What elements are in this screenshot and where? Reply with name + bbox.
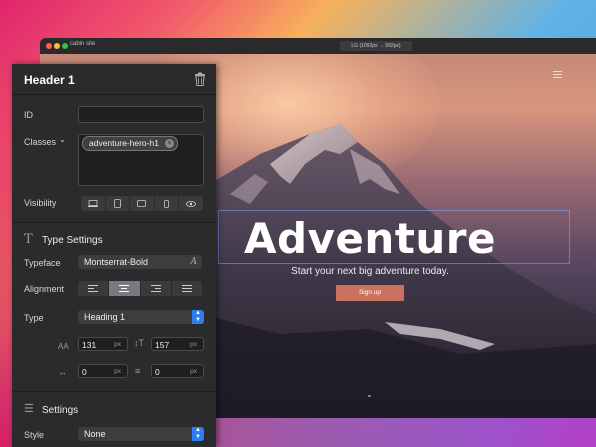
line-height-input[interactable]: 157 px	[151, 337, 204, 351]
letter-spacing-value: 0	[82, 367, 87, 377]
section-divider	[12, 391, 216, 392]
letter-spacing-icon: ↔	[58, 367, 67, 377]
id-label: ID	[24, 110, 33, 120]
type-label: Type	[24, 313, 44, 323]
id-input[interactable]	[78, 106, 204, 123]
panel-header: Header 1	[12, 64, 216, 95]
title-bar: cabin site LG (1092px → 992px)	[40, 38, 596, 55]
select-arrows-icon: ▲ ▼	[192, 427, 204, 441]
font-size-unit: px	[114, 341, 121, 348]
align-center-icon[interactable]	[109, 281, 141, 296]
hamburger-menu-icon[interactable]	[553, 71, 562, 78]
typeface-select[interactable]: Montserrat-Bold A	[78, 255, 202, 269]
sign-up-button[interactable]: Sign up	[336, 285, 404, 301]
paragraph-spacing-input[interactable]: 0 px	[151, 364, 204, 378]
chevron-down-icon[interactable]: ⌄	[59, 135, 66, 144]
tablet-landscape-icon[interactable]	[130, 196, 155, 211]
sliders-icon: ☰	[24, 403, 34, 415]
align-right-icon[interactable]	[141, 281, 172, 296]
tablet-icon[interactable]	[106, 196, 131, 211]
paragraph-spacing-icon: ≡	[135, 366, 141, 376]
line-height-value: 157	[155, 340, 170, 350]
panel-title: Header 1	[24, 73, 75, 87]
hero-subtitle[interactable]: Start your next big adventure today.	[240, 266, 500, 277]
hero-heading[interactable]: Adventure	[240, 214, 500, 263]
paragraph-spacing-value: 0	[155, 367, 160, 377]
typeface-value: Montserrat-Bold	[84, 257, 149, 267]
visibility-label: Visibility	[24, 198, 57, 208]
eye-icon[interactable]	[179, 196, 203, 211]
phone-icon[interactable]	[155, 196, 180, 211]
settings-title: Settings	[42, 405, 79, 416]
properties-panel: Header 1 ID Classes ⌄ adventure-hero-h1 …	[12, 64, 216, 447]
type-icon: T	[24, 232, 33, 247]
trash-icon[interactable]	[194, 72, 206, 86]
class-chip-label: adventure-hero-h1	[89, 138, 159, 148]
font-size-input[interactable]: 131 px	[78, 337, 128, 351]
font-icon: A	[190, 257, 198, 267]
class-chip[interactable]: adventure-hero-h1 ×	[82, 136, 178, 151]
typeface-label: Typeface	[24, 258, 61, 268]
select-arrows-icon: ▲ ▼	[192, 310, 204, 324]
zoom-window-button[interactable]	[62, 43, 68, 49]
align-justify-icon[interactable]	[172, 281, 202, 296]
type-settings-title: Type Settings	[42, 235, 103, 246]
section-divider	[12, 222, 216, 223]
alignment-label: Alignment	[24, 284, 65, 294]
heading-type-select[interactable]: Heading 1 ▲ ▼	[78, 310, 204, 324]
visibility-toggle-group	[81, 196, 203, 211]
alignment-toggle-group	[78, 281, 202, 296]
close-window-button[interactable]	[46, 43, 52, 49]
chevron-down-icon[interactable]: ⌄	[366, 390, 373, 399]
remove-class-icon[interactable]: ×	[164, 139, 174, 148]
align-left-icon[interactable]	[78, 281, 110, 296]
font-size-value: 131	[82, 340, 97, 350]
paragraph-spacing-unit: px	[190, 368, 197, 375]
heading-type-value: Heading 1	[84, 312, 126, 322]
desktop-icon[interactable]	[81, 196, 106, 211]
style-value: None	[84, 429, 106, 439]
minimize-window-button[interactable]	[54, 43, 60, 49]
letter-spacing-unit: px	[114, 368, 121, 375]
font-size-icon: AA	[58, 342, 69, 351]
classes-label: Classes	[24, 137, 57, 147]
letter-spacing-input[interactable]: 0 px	[78, 364, 128, 378]
breakpoint-size-indicator[interactable]: LG (1092px → 992px)	[340, 41, 412, 51]
line-height-unit: px	[190, 341, 197, 348]
style-select[interactable]: None ▲ ▼	[78, 427, 204, 441]
line-height-icon: ↕T	[134, 338, 144, 348]
style-label: Style	[24, 430, 45, 440]
site-name: cabin site	[70, 41, 96, 47]
